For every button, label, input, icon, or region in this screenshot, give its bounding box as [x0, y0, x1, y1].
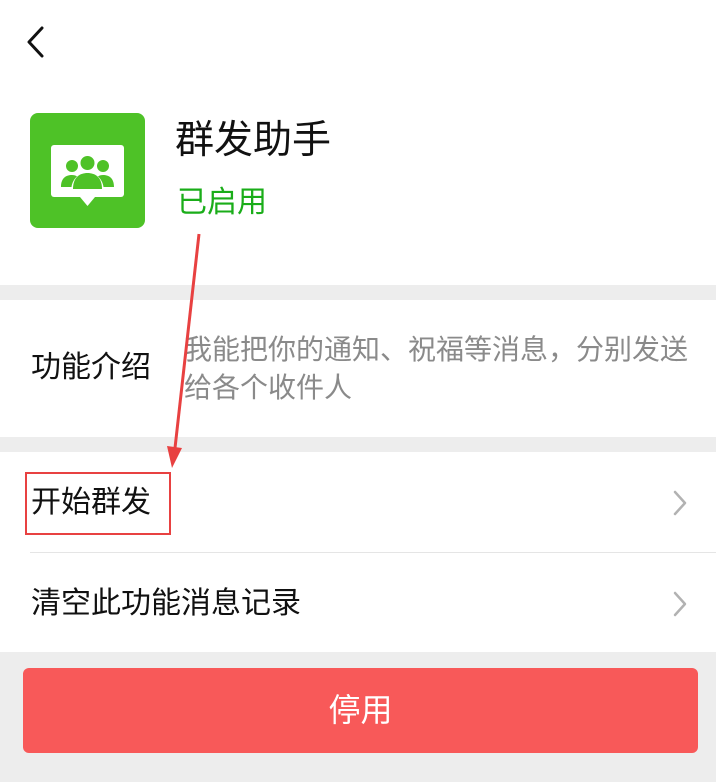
- chevron-left-icon: [27, 26, 44, 58]
- back-button[interactable]: [22, 22, 52, 62]
- app-title: 群发助手: [175, 118, 332, 163]
- intro-text: 我能把你的通知、祝福等消息，分别发送给各个收件人: [184, 333, 689, 404]
- clear-history-row[interactable]: 清空此功能消息记录: [0, 553, 716, 653]
- clear-history-label: 清空此功能消息记录: [31, 586, 301, 621]
- disable-button[interactable]: 停用: [23, 668, 698, 753]
- highlight-box: [25, 472, 171, 535]
- intro-label: 功能介绍: [31, 350, 151, 385]
- chevron-right-icon: [673, 591, 687, 617]
- app-status: 已启用: [177, 185, 267, 220]
- app-icon: [30, 113, 145, 228]
- group-chat-icon: [51, 145, 124, 206]
- chevron-right-icon: [673, 490, 687, 516]
